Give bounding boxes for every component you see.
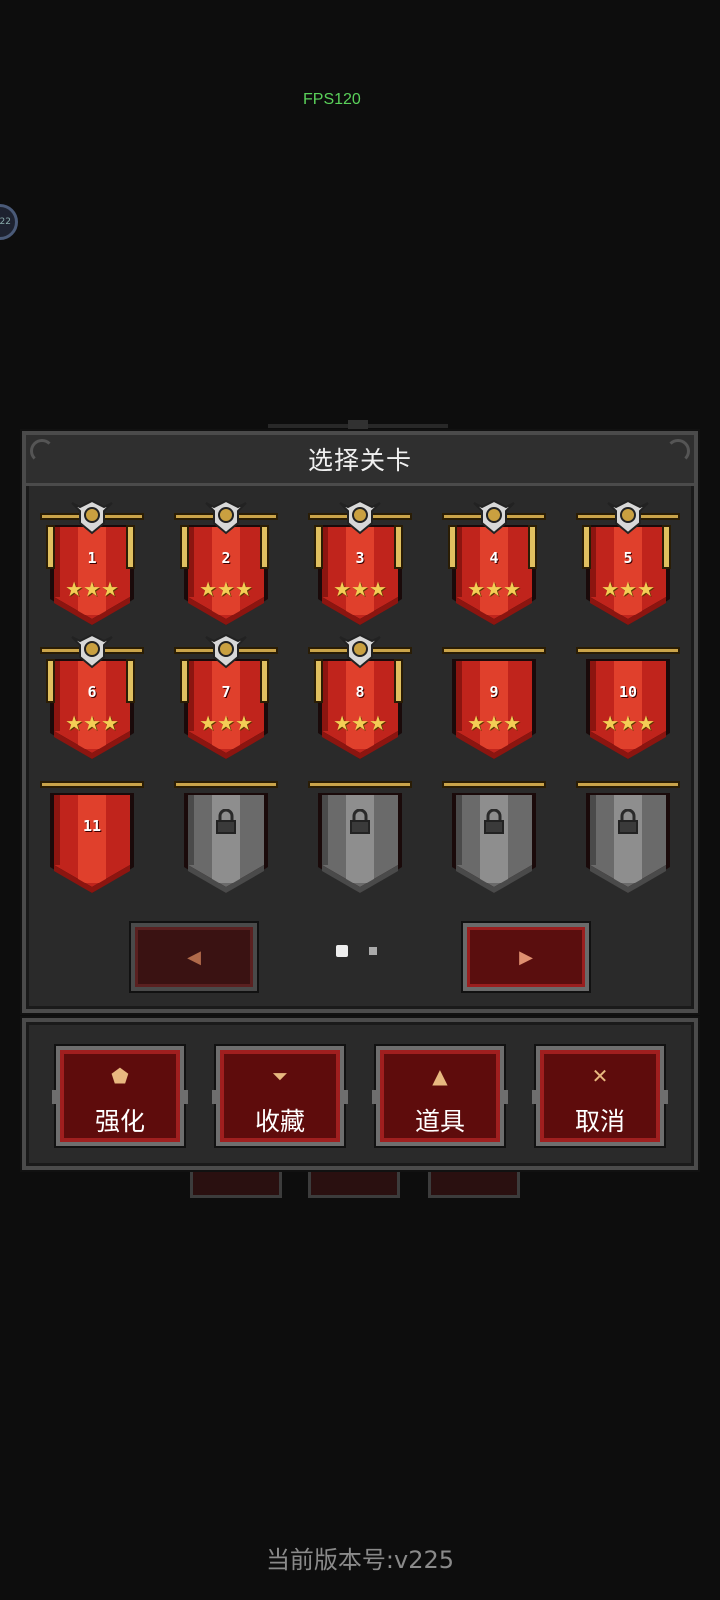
potion-icon: ▲	[432, 1064, 448, 1088]
corner-ornament-icon	[666, 439, 690, 463]
crest-icon	[607, 499, 649, 535]
lock-icon	[216, 809, 236, 834]
banner-rod	[308, 781, 412, 788]
banner-rod	[576, 781, 680, 788]
level-number: 10	[618, 683, 638, 701]
banner-rod	[442, 781, 546, 788]
page-indicator	[369, 947, 377, 955]
level-tile[interactable]	[576, 771, 680, 896]
level-number: 6	[87, 683, 97, 701]
level-tile[interactable]: 7 ★★★	[174, 633, 278, 762]
level-stars: ★★★	[199, 577, 253, 601]
banner-icon	[586, 793, 670, 893]
collection-button[interactable]: ⏷ 收藏	[212, 1046, 348, 1146]
lock-icon	[484, 809, 504, 834]
lock-icon	[350, 809, 370, 834]
level-tile[interactable]: 8 ★★★	[308, 633, 412, 762]
button-knob	[500, 1090, 508, 1104]
level-tile[interactable]: 5 ★★★	[576, 499, 680, 628]
level-stars: ★★★	[333, 577, 387, 601]
crest-icon	[71, 633, 113, 669]
button-knob	[180, 1090, 188, 1104]
crest-icon	[205, 633, 247, 669]
upgrade-icon: ⬟	[111, 1064, 129, 1088]
level-number: 7	[221, 683, 231, 701]
crest-icon	[473, 499, 515, 535]
level-tile[interactable]	[308, 771, 412, 896]
banner-icon	[586, 659, 670, 759]
level-tile[interactable]: 11	[40, 771, 144, 896]
close-icon: ✕	[591, 1064, 609, 1088]
banner-rod	[40, 781, 144, 788]
level-number: 2	[221, 549, 231, 567]
collection-label: 收藏	[254, 1107, 305, 1136]
banner-icon	[318, 793, 402, 893]
upgrade-label: 强化	[94, 1107, 145, 1136]
level-stars: ★★★	[467, 577, 521, 601]
panel-title-bar: 选择关卡	[26, 435, 694, 486]
floating-bubble-button[interactable]: 22	[0, 204, 18, 240]
level-number: 4	[489, 549, 499, 567]
crest-icon	[205, 499, 247, 535]
level-stars: ★★★	[65, 577, 119, 601]
trophy-icon: ⏷	[272, 1064, 288, 1088]
button-knob	[532, 1090, 540, 1104]
items-button[interactable]: ▲ 道具	[372, 1046, 508, 1146]
crest-icon	[339, 633, 381, 669]
level-tile[interactable]	[442, 771, 546, 896]
cancel-button[interactable]: ✕ 取消	[532, 1046, 668, 1146]
page-title: 选择关卡	[307, 446, 412, 475]
level-tile[interactable]: 6 ★★★	[40, 633, 144, 762]
banner-rod	[442, 647, 546, 654]
level-number: 3	[355, 549, 365, 567]
cancel-label: 取消	[574, 1107, 625, 1136]
button-knob	[372, 1090, 380, 1104]
level-stars: ★★★	[65, 711, 119, 735]
fps-counter: FPS120	[303, 91, 361, 108]
upgrade-button[interactable]: ⬟ 强化	[52, 1046, 188, 1146]
arrow-left-icon: ◀	[187, 946, 201, 968]
level-tile[interactable]: 1 ★★★	[40, 499, 144, 628]
banner-icon	[452, 659, 536, 759]
level-tile[interactable]: 3 ★★★	[308, 499, 412, 628]
level-number: 5	[623, 549, 633, 567]
level-tile[interactable]	[174, 771, 278, 896]
crest-icon	[71, 499, 113, 535]
items-label: 道具	[414, 1107, 465, 1136]
version-label: 当前版本号:v225	[265, 1546, 455, 1574]
banner-rod	[174, 781, 278, 788]
level-number: 9	[489, 683, 499, 701]
button-knob	[660, 1090, 668, 1104]
page-indicator-active	[336, 945, 348, 957]
level-tile[interactable]: 4 ★★★	[442, 499, 546, 628]
lock-icon	[618, 809, 638, 834]
button-knob	[212, 1090, 220, 1104]
corner-ornament-icon	[30, 439, 54, 463]
level-tile[interactable]: 10 ★★★	[576, 637, 680, 762]
banner-icon	[50, 793, 134, 893]
previous-page-button[interactable]: ◀	[131, 923, 257, 991]
crest-icon	[339, 499, 381, 535]
next-page-button[interactable]: ▶	[463, 923, 589, 991]
level-stars: ★★★	[467, 711, 521, 735]
arrow-right-icon: ▶	[519, 946, 533, 968]
level-tile[interactable]: 2 ★★★	[174, 499, 278, 628]
banner-rod	[576, 647, 680, 654]
level-stars: ★★★	[601, 711, 655, 735]
level-number: 8	[355, 683, 365, 701]
level-stars: ★★★	[199, 711, 253, 735]
level-number: 1	[87, 549, 97, 567]
banner-icon	[452, 793, 536, 893]
level-tile[interactable]: 9 ★★★	[442, 637, 546, 762]
level-stars: ★★★	[601, 577, 655, 601]
button-knob	[340, 1090, 348, 1104]
level-stars: ★★★	[333, 711, 387, 735]
button-knob	[52, 1090, 60, 1104]
banner-icon	[184, 793, 268, 893]
level-number: 11	[82, 817, 102, 835]
